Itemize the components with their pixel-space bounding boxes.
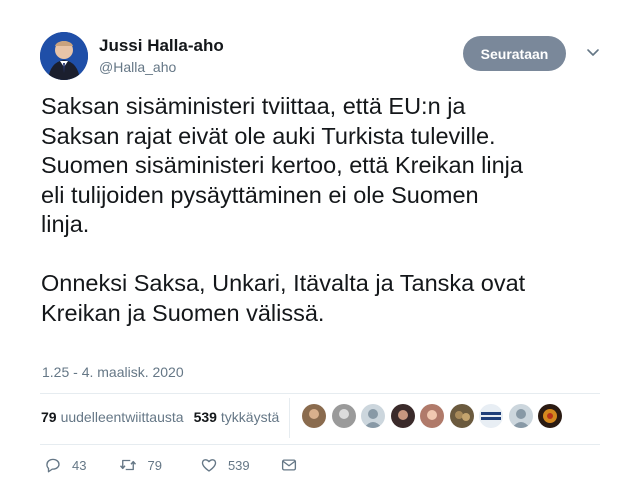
liker-avatars	[302, 404, 568, 428]
liker-avatar[interactable]	[302, 404, 326, 428]
reply-count: 43	[72, 457, 87, 473]
divider	[40, 444, 600, 445]
tweet-timestamp[interactable]: 1.25 - 4. maalisk. 2020	[42, 364, 184, 380]
chevron-down-icon[interactable]	[585, 44, 601, 60]
reply-icon	[46, 458, 60, 473]
retweet-button[interactable]: 79	[119, 456, 162, 474]
like-button[interactable]: 539	[200, 456, 250, 474]
envelope-icon	[281, 459, 296, 471]
like-count: 539	[227, 457, 250, 473]
liker-avatar[interactable]	[331, 404, 356, 428]
reply-button[interactable]: 43	[44, 456, 86, 474]
tweet-text: Saksan sisäministeri tviittaa, että EU:n…	[41, 93, 526, 326]
heart-icon	[201, 459, 217, 472]
divider	[40, 393, 600, 394]
tweet-actions: 43 79 539	[44, 456, 298, 474]
direct-message-button[interactable]	[280, 456, 298, 474]
following-button[interactable]: Seurataan	[463, 36, 566, 71]
liker-avatar[interactable]	[538, 404, 562, 428]
retweets-count[interactable]: 79	[41, 409, 57, 425]
retweets-label[interactable]: uudelleentwiittausta	[61, 409, 184, 425]
liker-avatar[interactable]	[449, 404, 474, 428]
author-handle[interactable]: @Halla_aho	[99, 59, 176, 75]
liker-avatar[interactable]	[479, 404, 503, 428]
tweet-header: Jussi Halla-aho @Halla_aho Seurataan	[40, 32, 640, 84]
liker-avatar[interactable]	[508, 404, 533, 428]
liker-avatar[interactable]	[420, 404, 444, 428]
retweet-icon	[120, 459, 137, 471]
tweet-card: Jussi Halla-aho @Halla_aho Seurataan Sak…	[0, 0, 640, 502]
tweet-stats: 79 uudelleentwiittausta 539 tykkäystä	[41, 409, 279, 425]
retweet-count: 79	[147, 457, 162, 473]
likes-label[interactable]: tykkäystä	[221, 409, 279, 425]
author-name[interactable]: Jussi Halla-aho	[99, 36, 224, 56]
stats-separator	[289, 398, 290, 438]
liker-avatar[interactable]	[390, 404, 415, 428]
likes-count[interactable]: 539	[194, 409, 217, 425]
avatar[interactable]	[40, 32, 88, 80]
liker-avatar[interactable]	[361, 404, 385, 428]
